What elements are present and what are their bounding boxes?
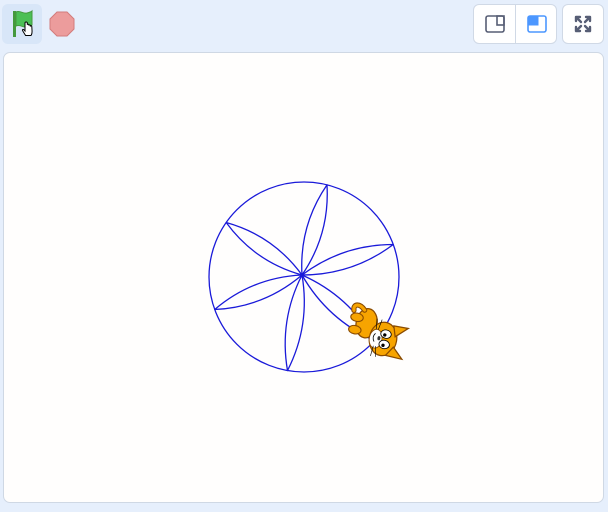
stage-toolbar <box>0 0 608 48</box>
stop-sign-icon <box>49 11 75 37</box>
green-flag-button[interactable] <box>2 4 42 44</box>
cat-sprite[interactable] <box>345 302 411 361</box>
pen-petal <box>214 274 303 311</box>
cat-icon <box>348 302 411 361</box>
small-stage-button[interactable] <box>474 5 515 43</box>
pen-petal <box>225 221 303 276</box>
small-stage-icon <box>484 15 505 33</box>
large-stage-icon <box>526 15 547 33</box>
stage-canvas[interactable] <box>3 52 604 503</box>
stage-drawing <box>208 181 411 373</box>
green-flag-icon <box>13 9 33 37</box>
stage-size-toggle <box>473 4 557 44</box>
pen-petal <box>284 274 305 372</box>
fullscreen-button[interactable] <box>562 4 604 44</box>
fullscreen-icon <box>574 15 592 33</box>
stop-button[interactable] <box>44 6 80 42</box>
large-stage-button[interactable] <box>516 5 557 43</box>
